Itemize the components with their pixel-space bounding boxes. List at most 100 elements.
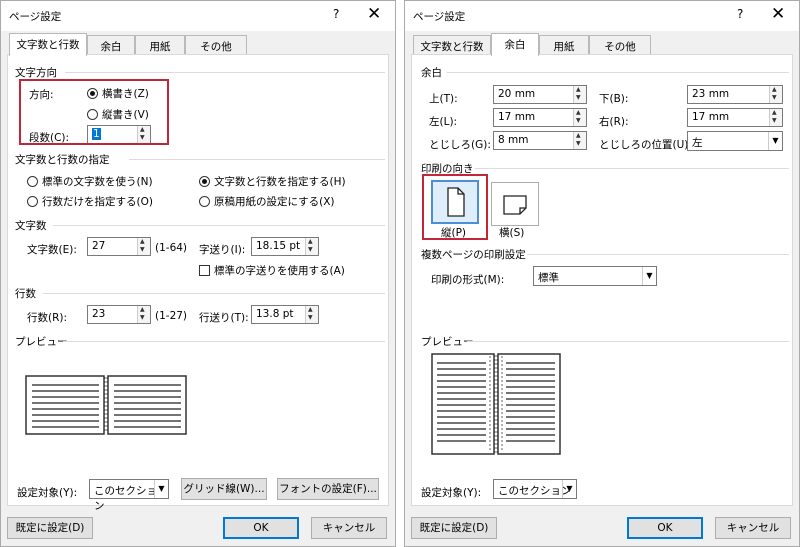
cancel-button[interactable]: キャンセル [311,517,387,539]
radio-standard[interactable]: 標準の文字数を使う(N) [27,174,153,189]
line-pitch-value: 13.8 pt [256,308,294,320]
section-margins: 余白 [421,67,442,79]
divider [43,293,385,294]
chars-input[interactable]: 27 [87,237,151,256]
gutter-label: とじしろ(G): [429,139,491,151]
top-margin-input[interactable]: 20 mm [493,85,587,104]
highlight-box [422,174,488,240]
page-setup-dialog-characters: ページ設定 ? ✕ 文字数と行数 余白 用紙 その他 文字方向 方向: 横書き(… [0,0,396,547]
section-spec: 文字数と行数の指定 [15,154,110,166]
tab-margins[interactable]: 余白 [87,35,135,55]
close-button[interactable]: ✕ [771,4,785,24]
landscape-button[interactable] [491,182,539,226]
portrait-spread-preview-icon [431,353,561,455]
standard-pitch-checkbox[interactable]: 標準の字送りを使用する(A) [199,263,345,278]
divider [475,168,789,169]
radio-icon [199,176,210,187]
tab-other[interactable]: その他 [589,35,651,55]
section-chars: 文字数 [15,220,47,232]
pitch-input[interactable]: 18.15 pt [251,237,319,256]
apply-value: このセクション [498,485,572,497]
set-default-button[interactable]: 既定に設定(D) [411,517,497,539]
left-margin-input[interactable]: 17 mm [493,108,587,127]
gutter-position-label: とじしろの位置(U): [599,139,692,151]
bottom-margin-label: 下(B): [599,93,629,105]
lines-range: (1-27) [155,310,188,322]
close-button[interactable]: ✕ [367,4,381,24]
landscape-spread-preview-icon [25,375,187,435]
radio-icon [27,176,38,187]
section-direction: 文字方向 [15,67,57,79]
help-button[interactable]: ? [333,7,339,21]
ok-button[interactable]: OK [223,517,299,539]
divider [63,341,385,342]
cancel-button[interactable]: キャンセル [715,517,791,539]
help-button[interactable]: ? [737,7,743,21]
pitch-value: 18.15 pt [256,240,301,252]
radio-lines-only-label: 行数だけを指定する(O) [42,196,153,208]
top-margin-value: 20 mm [498,88,536,100]
apply-label: 設定対象(Y): [17,487,78,499]
divider [65,72,385,73]
lines-value: 23 [92,308,106,320]
right-margin-value: 17 mm [692,111,730,123]
radio-icon [27,196,38,207]
chars-value: 27 [92,240,106,252]
left-margin-value: 17 mm [498,111,536,123]
divider [447,72,789,73]
checkbox-icon [199,265,210,276]
page-setup-dialog-margins: ページ設定 ? ✕ 文字数と行数 余白 用紙 その他 余白 上(T): 20 m… [404,0,800,547]
tab-characters-lines[interactable]: 文字数と行数 [413,35,491,55]
set-default-button[interactable]: 既定に設定(D) [7,517,93,539]
radio-chars-lines[interactable]: 文字数と行数を指定する(H) [199,174,346,189]
apply-select[interactable]: このセクション ▼ [89,479,169,512]
right-margin-input[interactable]: 17 mm [687,108,783,127]
section-multipage: 複数ページの印刷設定 [421,249,526,261]
preview-image [25,375,187,437]
tab-margins[interactable]: 余白 [491,33,539,56]
print-format-value: 標準 [538,272,559,284]
right-margin-label: 右(R): [599,116,629,128]
dialog-title: ページ設定 [413,11,466,23]
highlight-box [19,79,169,145]
tab-paper[interactable]: 用紙 [539,35,589,55]
bottom-margin-input[interactable]: 23 mm [687,85,783,104]
bottom-margin-value: 23 mm [692,88,730,100]
radio-standard-label: 標準の文字数を使う(N) [42,176,153,188]
divider [129,159,385,160]
spin-buttons[interactable] [769,109,782,126]
preview-image [431,353,561,457]
line-pitch-input[interactable]: 13.8 pt [251,305,319,324]
apply-label: 設定対象(Y): [421,487,482,499]
tab-paper[interactable]: 用紙 [135,35,185,55]
standard-pitch-label: 標準の字送りを使用する(A) [214,265,345,277]
ok-button[interactable]: OK [627,517,703,539]
spin-buttons[interactable] [573,86,586,103]
radio-lines-only[interactable]: 行数だけを指定する(O) [27,194,153,209]
apply-select[interactable]: このセクション ▼ [493,479,577,499]
title-bar: ページ設定 ? ✕ [405,1,799,31]
gutter-position-select[interactable]: 左 ▼ [687,131,783,151]
spin-buttons[interactable] [573,132,586,149]
divider [467,341,789,342]
tab-other[interactable]: その他 [185,35,247,55]
spin-buttons[interactable] [305,306,318,323]
chevron-down-icon: ▼ [642,267,656,285]
grid-button[interactable]: グリッド線(W)... [181,478,267,500]
apply-value: このセクション [94,485,157,512]
font-button[interactable]: フォントの設定(F)... [277,478,379,500]
chevron-down-icon: ▼ [154,480,168,498]
lines-input[interactable]: 23 [87,305,151,324]
gutter-input[interactable]: 8 mm [493,131,587,150]
spin-buttons[interactable] [769,86,782,103]
spin-buttons[interactable] [573,109,586,126]
spin-buttons[interactable] [305,238,318,255]
tab-characters-lines[interactable]: 文字数と行数 [9,33,87,56]
title-bar: ページ設定 ? ✕ [1,1,395,31]
section-preview: プレビュー [15,336,68,348]
print-format-select[interactable]: 標準 ▼ [533,266,657,286]
spin-buttons[interactable] [137,238,150,255]
spin-buttons[interactable] [137,306,150,323]
divider [53,225,385,226]
radio-manuscript[interactable]: 原稿用紙の設定にする(X) [199,194,335,209]
